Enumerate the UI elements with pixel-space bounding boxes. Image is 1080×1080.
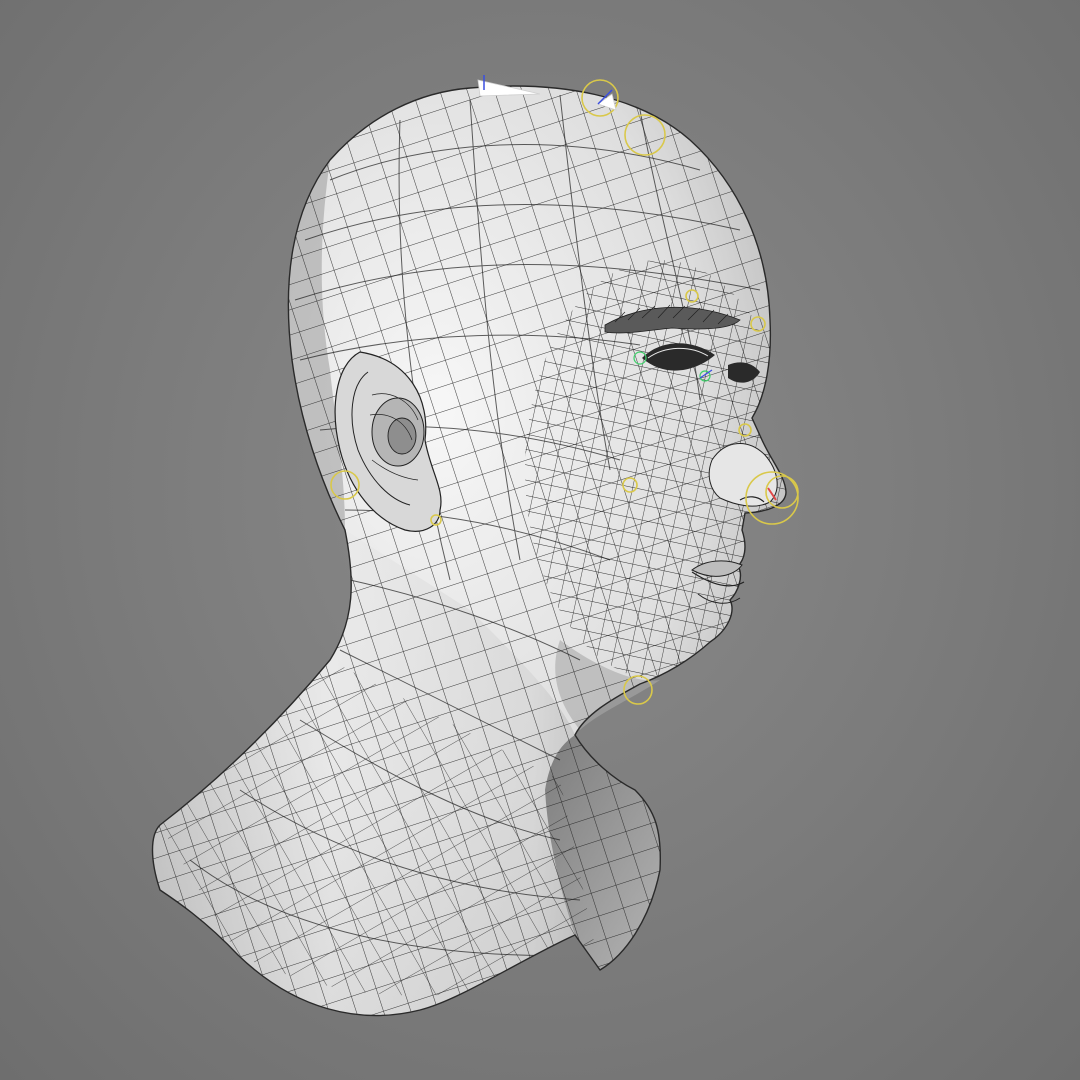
head-mesh-render [151,75,799,1017]
3d-viewport[interactable] [0,0,1080,1080]
head-mesh [151,85,787,1017]
